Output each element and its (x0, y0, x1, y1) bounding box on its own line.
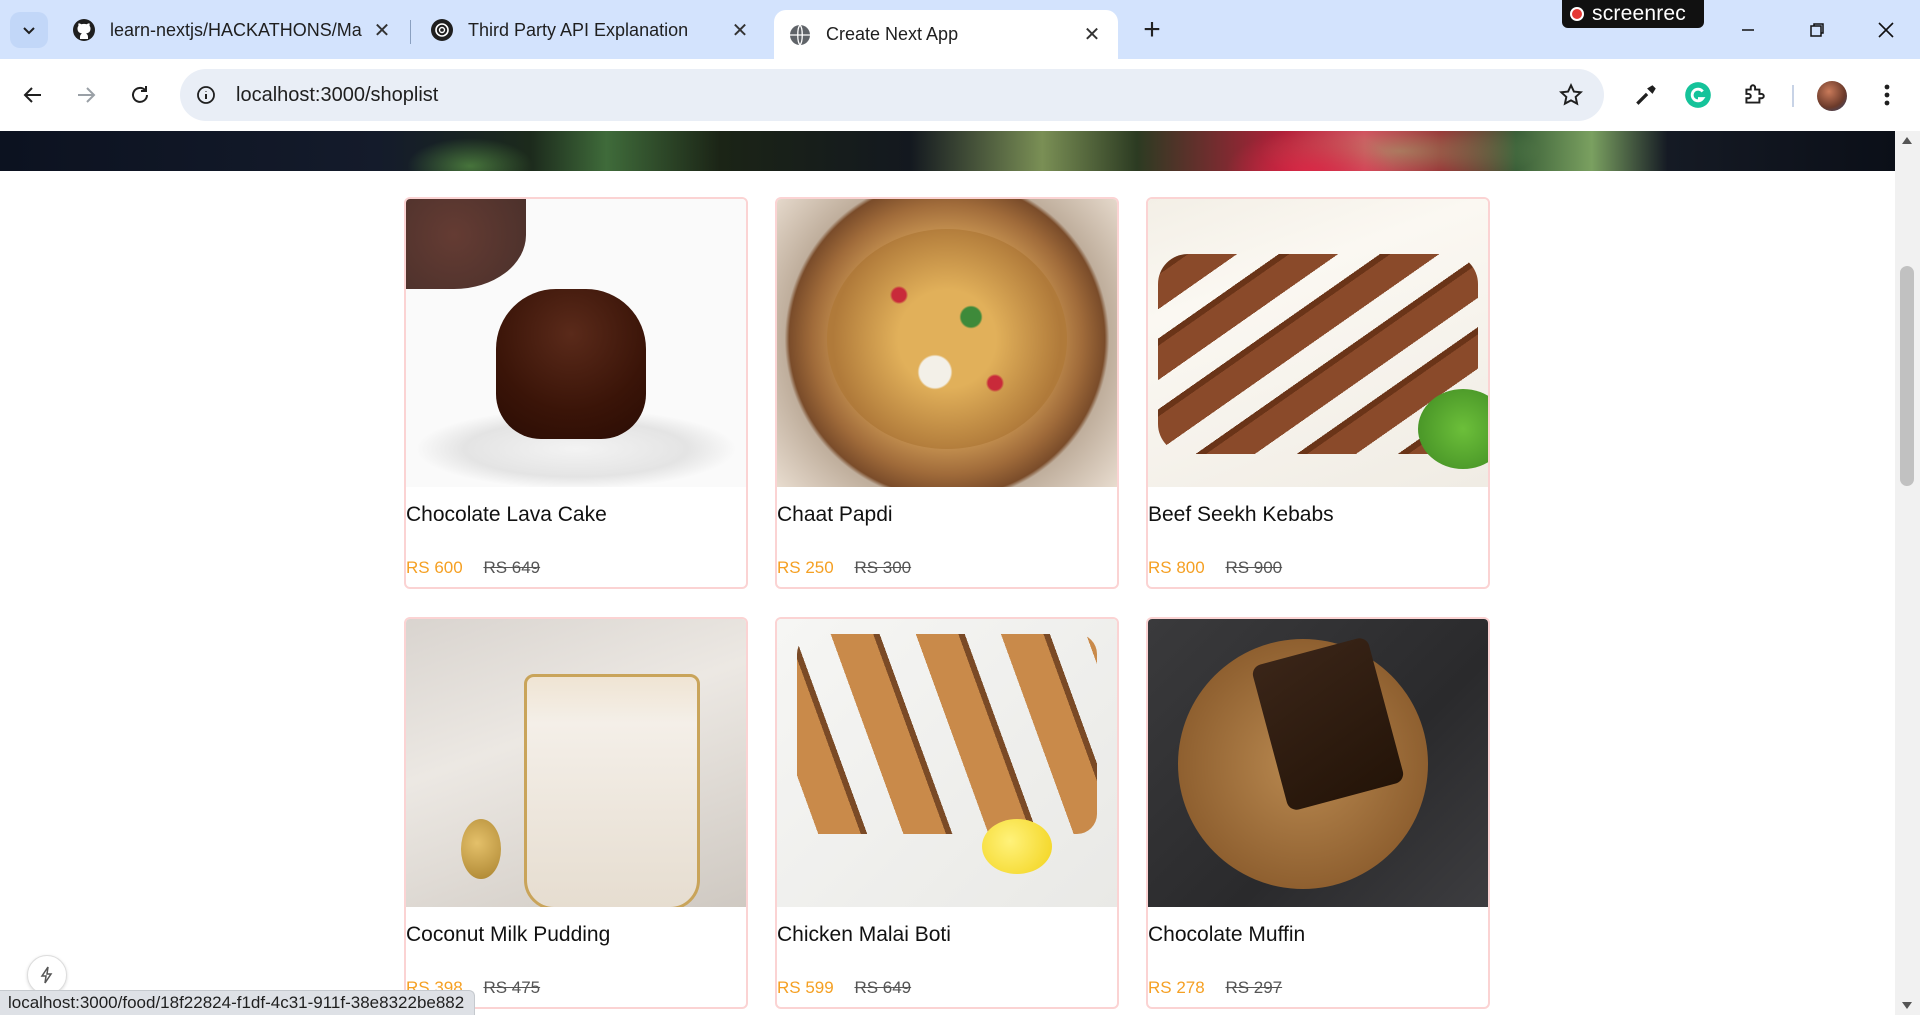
grammarly-extension[interactable] (1682, 79, 1714, 111)
product-prices: RS 599 RS 649 (777, 978, 911, 998)
restore-icon (1810, 23, 1824, 37)
product-name: Chocolate Lava Cake (406, 503, 607, 526)
product-name: Beef Seekh Kebabs (1148, 503, 1334, 526)
product-price: RS 599 (777, 978, 834, 997)
scroll-up-arrow-icon[interactable] (1902, 137, 1912, 144)
github-icon (73, 19, 95, 41)
product-card[interactable]: Chocolate Muffin RS 278 RS 297 (1146, 617, 1490, 1009)
address-bar[interactable]: localhost:3000/shoplist (180, 69, 1604, 121)
product-old-price: RS 900 (1225, 558, 1283, 577)
more-vert-icon (1884, 84, 1890, 106)
tab-third-party-api[interactable]: Third Party API Explanation ✕ (416, 10, 766, 50)
bookmark-star-icon[interactable] (1558, 82, 1584, 108)
product-name: Chicken Malai Boti (777, 923, 951, 946)
minimize-icon (1742, 29, 1754, 31)
product-image[interactable] (406, 619, 746, 907)
tab-separator (410, 20, 411, 44)
product-image[interactable] (777, 619, 1117, 907)
globe-icon (790, 24, 810, 45)
forward-button[interactable] (68, 77, 104, 113)
reload-button[interactable] (122, 77, 158, 113)
product-old-price: RS 649 (483, 558, 541, 577)
product-image[interactable] (1148, 619, 1488, 907)
minimize-button[interactable] (1728, 14, 1768, 46)
scroll-down-arrow-icon[interactable] (1902, 1002, 1912, 1009)
record-icon (1570, 7, 1584, 21)
hero-banner-image (0, 131, 1895, 171)
colorzilla-extension[interactable] (1630, 79, 1662, 111)
scrollbar-thumb[interactable] (1900, 266, 1914, 486)
tab-title: Third Party API Explanation (468, 19, 689, 40)
new-tab-button[interactable]: + (1136, 13, 1168, 46)
menu-button[interactable] (1871, 79, 1903, 111)
chevron-down-icon (23, 27, 35, 35)
product-prices: RS 800 RS 900 (1148, 558, 1282, 578)
product-old-price: RS 300 (854, 558, 912, 577)
product-price: RS 278 (1148, 978, 1205, 997)
screenrec-label: screenrec (1592, 2, 1687, 25)
status-bar-link: localhost:3000/food/18f22824-f1df-4c31-9… (0, 990, 476, 1015)
product-card[interactable]: Beef Seekh Kebabs RS 800 RS 900 (1146, 197, 1490, 589)
puzzle-icon (1745, 84, 1765, 104)
product-old-price: RS 475 (483, 978, 541, 997)
screenrec-badge[interactable]: screenrec (1562, 0, 1704, 28)
arrow-right-icon (78, 87, 96, 103)
product-price: RS 250 (777, 558, 834, 577)
product-grid: Chocolate Lava Cake RS 600 RS 649 Chaat … (404, 197, 1490, 1009)
tab-title: learn-nextjs/HACKATHONS/Ma (110, 19, 362, 40)
close-tab-icon[interactable]: ✕ (728, 18, 752, 42)
arrow-left-icon (23, 87, 41, 103)
product-name: Chaat Papdi (777, 503, 893, 526)
product-price: RS 800 (1148, 558, 1205, 577)
close-window-button[interactable] (1866, 14, 1906, 46)
page-viewport: Chocolate Lava Cake RS 600 RS 649 Chaat … (0, 131, 1920, 1015)
toolbar-divider (1792, 85, 1794, 107)
extensions-button[interactable] (1738, 79, 1770, 111)
url-text: localhost:3000/shoplist (236, 83, 439, 106)
back-button[interactable] (15, 77, 51, 113)
product-price: RS 600 (406, 558, 463, 577)
product-old-price: RS 297 (1225, 978, 1283, 997)
product-prices: RS 250 RS 300 (777, 558, 911, 578)
product-image[interactable] (1148, 199, 1488, 487)
browser-toolbar: localhost:3000/shoplist (0, 59, 1920, 131)
product-card[interactable]: Coconut Milk Pudding RS 398 RS 475 (404, 617, 748, 1009)
close-icon (1878, 22, 1894, 38)
plus-icon: + (1143, 13, 1161, 46)
product-card[interactable]: Chaat Papdi RS 250 RS 300 (775, 197, 1119, 589)
close-tab-icon[interactable]: ✕ (1080, 23, 1104, 47)
product-old-price: RS 649 (854, 978, 912, 997)
tab-strip: learn-nextjs/HACKATHONS/Ma ✕ Third Party… (0, 0, 1920, 59)
product-card[interactable]: Chocolate Lava Cake RS 600 RS 649 (404, 197, 748, 589)
product-card[interactable]: Chicken Malai Boti RS 599 RS 649 (775, 617, 1119, 1009)
product-name: Coconut Milk Pudding (406, 923, 611, 946)
nextjs-dev-indicator[interactable] (27, 955, 67, 995)
site-info-button[interactable] (186, 75, 226, 115)
reload-icon (132, 86, 148, 103)
tab-github[interactable]: learn-nextjs/HACKATHONS/Ma ✕ (58, 10, 408, 50)
tab-title: Create Next App (826, 24, 959, 44)
product-name: Chocolate Muffin (1148, 923, 1306, 946)
product-image[interactable] (406, 199, 746, 487)
page-scrollbar[interactable] (1895, 131, 1920, 1015)
product-image[interactable] (777, 199, 1117, 487)
product-prices: RS 600 RS 649 (406, 558, 540, 578)
grammarly-icon (1685, 82, 1711, 108)
lightning-icon (40, 966, 53, 984)
openai-icon (431, 19, 453, 41)
product-prices: RS 278 RS 297 (1148, 978, 1282, 998)
restore-button[interactable] (1797, 14, 1837, 46)
eyedropper-icon (1636, 85, 1656, 105)
close-tab-icon[interactable]: ✕ (370, 18, 394, 42)
tab-search-button[interactable] (10, 12, 48, 48)
info-icon (197, 86, 215, 104)
tab-create-next-app[interactable]: Create Next App ✕ (774, 10, 1118, 59)
profile-avatar[interactable] (1817, 81, 1847, 111)
